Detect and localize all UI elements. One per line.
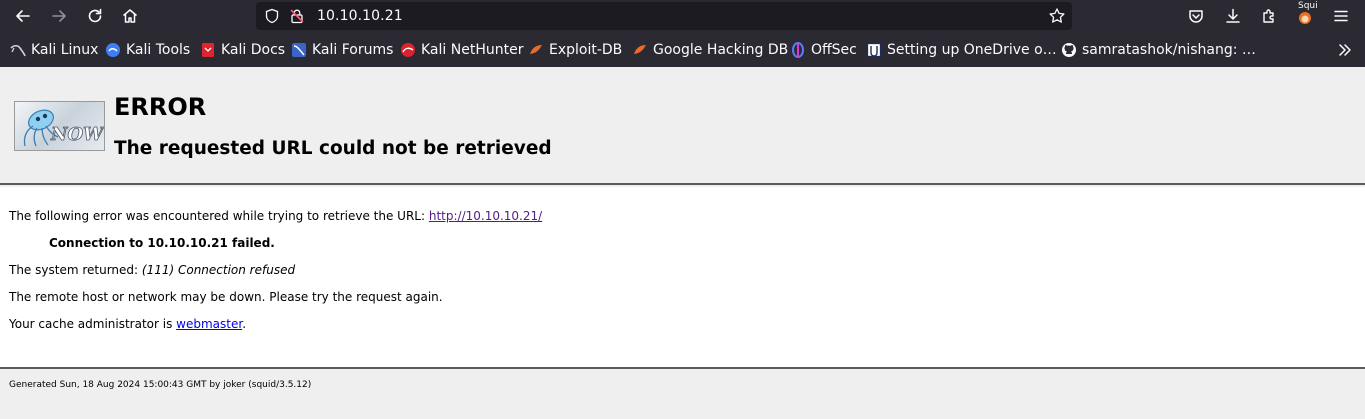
pocket-icon — [1189, 10, 1203, 23]
forward-arrow-icon — [52, 10, 66, 22]
browser-toolbar: 10.10.10.21 Squi — [0, 0, 1365, 32]
bookmark-kali-nethunter[interactable]: Kali NetHunter — [400, 41, 523, 59]
error-intro-text: The following error was encountered whil… — [9, 209, 429, 223]
cache-admin-suffix: . — [242, 317, 247, 331]
downloads-button[interactable] — [1220, 3, 1246, 29]
bookmark-kali-linux[interactable]: Kali Linux — [10, 41, 98, 59]
webmaster-link[interactable]: webmaster — [176, 317, 242, 331]
github-icon — [1061, 42, 1077, 58]
back-button[interactable] — [10, 3, 36, 29]
offsec-icon — [790, 42, 806, 58]
system-returned-label: The system returned: — [9, 263, 142, 277]
tracking-protection-shield-icon[interactable] — [264, 8, 280, 24]
bookmark-kali-docs[interactable]: Kali Docs — [200, 41, 285, 59]
page-footer: Generated Sun, 18 Aug 2024 15:00:43 GMT … — [9, 380, 312, 390]
bookmark-kali-forums[interactable]: Kali Forums — [291, 41, 393, 59]
remote-host-message: The remote host or network may be down. … — [9, 290, 443, 304]
back-arrow-icon — [16, 10, 30, 22]
home-icon — [123, 9, 137, 23]
puzzle-piece-icon — [1263, 9, 1274, 23]
error-body: The following error was encountered whil… — [0, 187, 1365, 369]
ghdb-icon — [632, 42, 648, 58]
hamburger-menu-icon — [1334, 10, 1348, 22]
reload-button[interactable] — [82, 3, 108, 29]
page-content: NOW ERROR The requested URL could not be… — [0, 67, 1365, 419]
kali-tools-icon — [105, 42, 121, 58]
url-text[interactable]: 10.10.10.21 — [317, 8, 403, 24]
system-returned-value: (111) Connection refused — [141, 263, 296, 277]
pocket-button[interactable] — [1183, 3, 1209, 29]
system-returned-line: The system returned: (111) Connection re… — [9, 263, 295, 277]
cache-admin-prefix: Your cache administrator is — [9, 317, 177, 331]
kali-forums-icon — [291, 42, 307, 58]
kali-dragon-icon — [10, 42, 26, 58]
download-icon — [1226, 8, 1240, 23]
url-bar[interactable]: 10.10.10.21 — [256, 2, 1072, 30]
logo-text: NOW — [50, 124, 105, 145]
menu-button[interactable] — [1328, 3, 1354, 29]
bookmark-google-hacking-db[interactable]: Google Hacking DB — [632, 41, 788, 59]
reload-icon — [88, 8, 102, 23]
nethunter-icon — [400, 42, 416, 58]
home-button[interactable] — [117, 3, 143, 29]
bookmark-exploit-db[interactable]: Exploit-DB — [528, 41, 622, 59]
onedrive-page-icon — [866, 42, 882, 58]
error-detail: Connection to 10.10.10.21 failed. — [49, 236, 275, 250]
page-title: ERROR — [114, 93, 207, 121]
cache-admin-line: Your cache administrator is webmaster. — [9, 317, 246, 331]
kali-docs-icon — [200, 42, 216, 58]
bookmark-offsec[interactable]: OffSec — [790, 41, 857, 59]
bookmark-nishang-github[interactable]: samratashok/nishang: … — [1061, 41, 1256, 59]
bookmark-onedrive-page[interactable]: Setting up OneDrive o… — [866, 41, 1057, 59]
bookmark-star-icon[interactable] — [1048, 7, 1066, 25]
squid-logo: NOW — [14, 101, 105, 151]
exploit-db-icon — [528, 42, 544, 58]
page-subtitle: The requested URL could not be retrieved — [114, 138, 552, 159]
error-header: NOW ERROR The requested URL could not be… — [0, 67, 1365, 185]
insecure-lock-icon[interactable] — [289, 8, 305, 24]
error-url-link[interactable]: http://10.10.10.21/ — [429, 209, 542, 223]
bookmark-kali-tools[interactable]: Kali Tools — [105, 41, 190, 59]
bookmarks-toolbar: Kali Linux Kali Tools Kali Docs Kali For… — [0, 32, 1365, 67]
bookmarks-overflow-chevron-icon[interactable] — [1336, 41, 1354, 59]
forward-button[interactable] — [46, 3, 72, 29]
profile-label: Squi — [1298, 1, 1318, 11]
extensions-button[interactable] — [1256, 3, 1282, 29]
error-intro-line: The following error was encountered whil… — [9, 209, 542, 223]
